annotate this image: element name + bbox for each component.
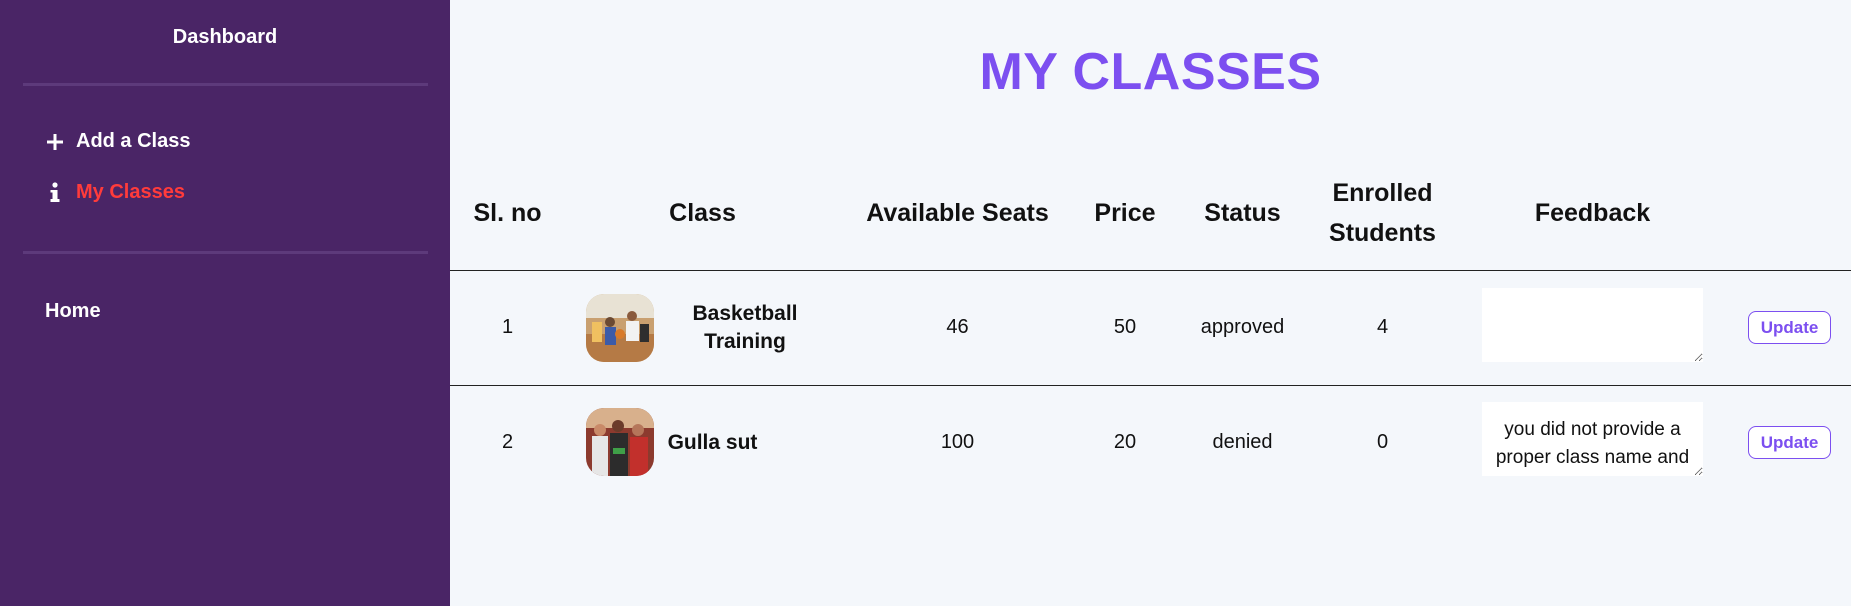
- class-thumbnail: [586, 294, 654, 362]
- sidebar: Dashboard Add a Class My Classes Home: [0, 0, 450, 606]
- update-button[interactable]: Update: [1748, 311, 1831, 344]
- class-thumbnail: [586, 408, 654, 476]
- column-header-class: Class: [669, 199, 736, 227]
- sidebar-item-label: Add a Class: [76, 130, 191, 152]
- sidebar-item-my-classes[interactable]: My Classes: [44, 181, 185, 204]
- sidebar-item-label: My Classes: [76, 181, 185, 203]
- price-cell: 50: [1113, 316, 1137, 338]
- header-line: Students: [1329, 219, 1436, 247]
- status-cell: approved: [1200, 316, 1285, 338]
- feedback-field[interactable]: you did not provide a proper class name …: [1482, 402, 1703, 476]
- sidebar-item-label: Home: [45, 300, 101, 322]
- row-divider: [450, 270, 1851, 271]
- header-line: Enrolled: [1332, 179, 1433, 207]
- column-header-status: Status: [1204, 199, 1281, 227]
- column-header-feedback: Feedback: [1534, 199, 1651, 227]
- column-header-price: Price: [1094, 199, 1156, 227]
- class-name-line: Gulla sut: [667, 431, 758, 454]
- sl-no-cell: 1: [501, 316, 514, 338]
- sidebar-item-add-class[interactable]: Add a Class: [44, 130, 190, 153]
- sidebar-item-home[interactable]: Home: [45, 300, 101, 323]
- class-name: Basketball Training: [670, 300, 820, 356]
- feedback-field[interactable]: [1482, 288, 1703, 362]
- sidebar-divider: [23, 83, 428, 86]
- available-seats-cell: 100: [940, 431, 975, 453]
- column-header-available-seats: Available Seats: [866, 199, 1049, 227]
- row-divider: [450, 385, 1851, 386]
- update-button[interactable]: Update: [1748, 426, 1831, 459]
- info-icon: [44, 181, 66, 204]
- price-cell: 20: [1113, 431, 1137, 453]
- plus-icon: [44, 133, 66, 151]
- enrolled-students-cell: 4: [1376, 316, 1389, 338]
- sidebar-divider: [23, 251, 428, 254]
- available-seats-cell: 46: [946, 316, 969, 338]
- column-header-enrolled-students: Enrolled Students: [1310, 173, 1455, 253]
- page-title: MY CLASSES: [979, 43, 1322, 101]
- status-cell: denied: [1212, 431, 1273, 453]
- class-name: Gulla sut: [665, 429, 760, 457]
- column-header-sl-no: Sl. no: [473, 199, 542, 227]
- enrolled-students-cell: 0: [1376, 431, 1389, 453]
- class-name-line: Training: [704, 330, 786, 353]
- sl-no-cell: 2: [501, 431, 514, 453]
- sidebar-title: Dashboard: [172, 26, 278, 48]
- class-name-line: Basketball: [692, 302, 798, 325]
